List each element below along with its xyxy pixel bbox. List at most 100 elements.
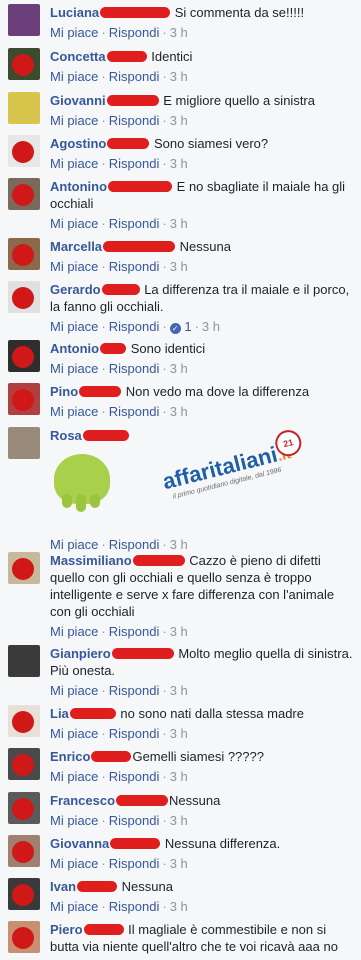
commenter-name[interactable]: Gianpiero <box>50 646 111 661</box>
separator: · <box>101 113 106 128</box>
avatar[interactable] <box>8 645 40 677</box>
commenter-name[interactable]: Enrico <box>50 749 90 764</box>
redaction-mark <box>77 881 118 892</box>
like-link[interactable]: Mi piace <box>50 156 98 171</box>
timestamp[interactable]: 3 h <box>170 113 188 128</box>
timestamp[interactable]: 3 h <box>170 726 188 741</box>
commenter-name[interactable]: Giovanni <box>50 93 106 108</box>
timestamp[interactable]: 3 h <box>170 813 188 828</box>
timestamp[interactable]: 3 h <box>170 25 188 40</box>
commenter-name[interactable]: Antonino <box>50 179 107 194</box>
like-link[interactable]: Mi piace <box>50 259 98 274</box>
like-link[interactable]: Mi piace <box>50 113 98 128</box>
commenter-name[interactable]: Antonio <box>50 341 99 356</box>
like-link[interactable]: Mi piace <box>50 69 98 84</box>
like-link[interactable]: Mi piace <box>50 726 98 741</box>
timestamp[interactable]: 3 h <box>170 769 188 784</box>
reply-link[interactable]: Rispondi <box>109 537 160 552</box>
timestamp[interactable]: 3 h <box>170 259 188 274</box>
commenter-name[interactable]: Concetta <box>50 49 106 64</box>
commenter-name[interactable]: Giovanna <box>50 836 109 851</box>
avatar[interactable] <box>8 4 40 36</box>
avatar[interactable] <box>8 921 40 953</box>
timestamp[interactable]: 3 h <box>170 404 188 419</box>
avatar[interactable] <box>8 135 40 167</box>
reply-link[interactable]: Rispondi <box>109 683 160 698</box>
reply-link[interactable]: Rispondi <box>109 156 160 171</box>
like-link[interactable]: Mi piace <box>50 899 98 914</box>
timestamp[interactable]: 3 h <box>170 683 188 698</box>
timestamp[interactable]: 3 h <box>202 319 220 334</box>
reaction-count[interactable]: 1 <box>184 319 191 334</box>
reply-link[interactable]: Rispondi <box>109 361 160 376</box>
reply-link[interactable]: Rispondi <box>109 856 160 871</box>
reply-link[interactable]: Rispondi <box>109 69 160 84</box>
timestamp[interactable]: 3 h <box>170 361 188 376</box>
like-link[interactable]: Mi piace <box>50 361 98 376</box>
avatar[interactable] <box>8 281 40 313</box>
comment-text: Non vedo ma dove la differenza <box>125 384 310 399</box>
reply-link[interactable]: Rispondi <box>109 216 160 231</box>
timestamp[interactable]: 3 h <box>170 537 188 552</box>
like-link[interactable]: Mi piace <box>50 216 98 231</box>
like-link[interactable]: Mi piace <box>50 856 98 871</box>
reply-link[interactable]: Rispondi <box>109 404 160 419</box>
commenter-name[interactable]: Francesco <box>50 793 115 808</box>
reply-link[interactable]: Rispondi <box>109 769 160 784</box>
avatar[interactable] <box>8 238 40 270</box>
reply-link[interactable]: Rispondi <box>109 624 160 639</box>
commenter-name[interactable]: Agostino <box>50 136 106 151</box>
timestamp[interactable]: 3 h <box>170 899 188 914</box>
comment-text: Gemelli siamesi ????? <box>132 749 264 764</box>
avatar[interactable] <box>8 340 40 372</box>
like-link[interactable]: Mi piace <box>50 769 98 784</box>
timestamp[interactable]: 3 h <box>170 856 188 871</box>
commenter-name[interactable]: Lia <box>50 706 69 721</box>
avatar[interactable] <box>8 48 40 80</box>
like-link[interactable]: Mi piace <box>50 683 98 698</box>
timestamp[interactable]: 3 h <box>170 624 188 639</box>
separator: · <box>162 813 167 828</box>
separator: · <box>101 156 106 171</box>
commenter-name[interactable]: Ivan <box>50 879 76 894</box>
like-link[interactable]: Mi piace <box>50 813 98 828</box>
like-link[interactable]: Mi piace <box>50 624 98 639</box>
avatar[interactable] <box>8 427 40 459</box>
avatar[interactable] <box>8 748 40 780</box>
commenter-name[interactable]: Piero <box>50 922 83 937</box>
reply-link[interactable]: Rispondi <box>109 726 160 741</box>
reply-link[interactable]: Rispondi <box>109 25 160 40</box>
commenter-name[interactable]: Massimiliano <box>50 553 132 568</box>
reply-link[interactable]: Rispondi <box>109 813 160 828</box>
thumbs-up-icon[interactable]: ✓ <box>169 323 181 334</box>
avatar[interactable] <box>8 835 40 867</box>
separator: · <box>162 69 167 84</box>
commenter-name[interactable]: Gerardo <box>50 282 101 297</box>
avatar[interactable] <box>8 178 40 210</box>
avatar[interactable] <box>8 92 40 124</box>
separator: · <box>162 683 167 698</box>
reply-link[interactable]: Rispondi <box>109 319 160 334</box>
avatar[interactable] <box>8 705 40 737</box>
timestamp[interactable]: 3 h <box>170 216 188 231</box>
timestamp[interactable]: 3 h <box>170 156 188 171</box>
like-link[interactable]: Mi piace <box>50 319 98 334</box>
nauseated-face-sticker[interactable] <box>50 450 114 514</box>
comment-actions: Mi piace · Rispondi · 3 h <box>50 812 355 829</box>
avatar[interactable] <box>8 792 40 824</box>
avatar[interactable] <box>8 383 40 415</box>
commenter-name[interactable]: Marcella <box>50 239 102 254</box>
timestamp[interactable]: 3 h <box>170 69 188 84</box>
reply-link[interactable]: Rispondi <box>109 259 160 274</box>
avatar[interactable] <box>8 878 40 910</box>
commenter-name[interactable]: Pino <box>50 384 78 399</box>
avatar[interactable] <box>8 552 40 584</box>
reply-link[interactable]: Rispondi <box>109 899 160 914</box>
commenter-name[interactable]: Rosa <box>50 428 82 443</box>
like-link[interactable]: Mi piace <box>50 537 98 552</box>
reply-link[interactable]: Rispondi <box>109 113 160 128</box>
redaction-mark <box>82 430 129 441</box>
like-link[interactable]: Mi piace <box>50 404 98 419</box>
commenter-name[interactable]: Luciana <box>50 5 99 20</box>
like-link[interactable]: Mi piace <box>50 25 98 40</box>
